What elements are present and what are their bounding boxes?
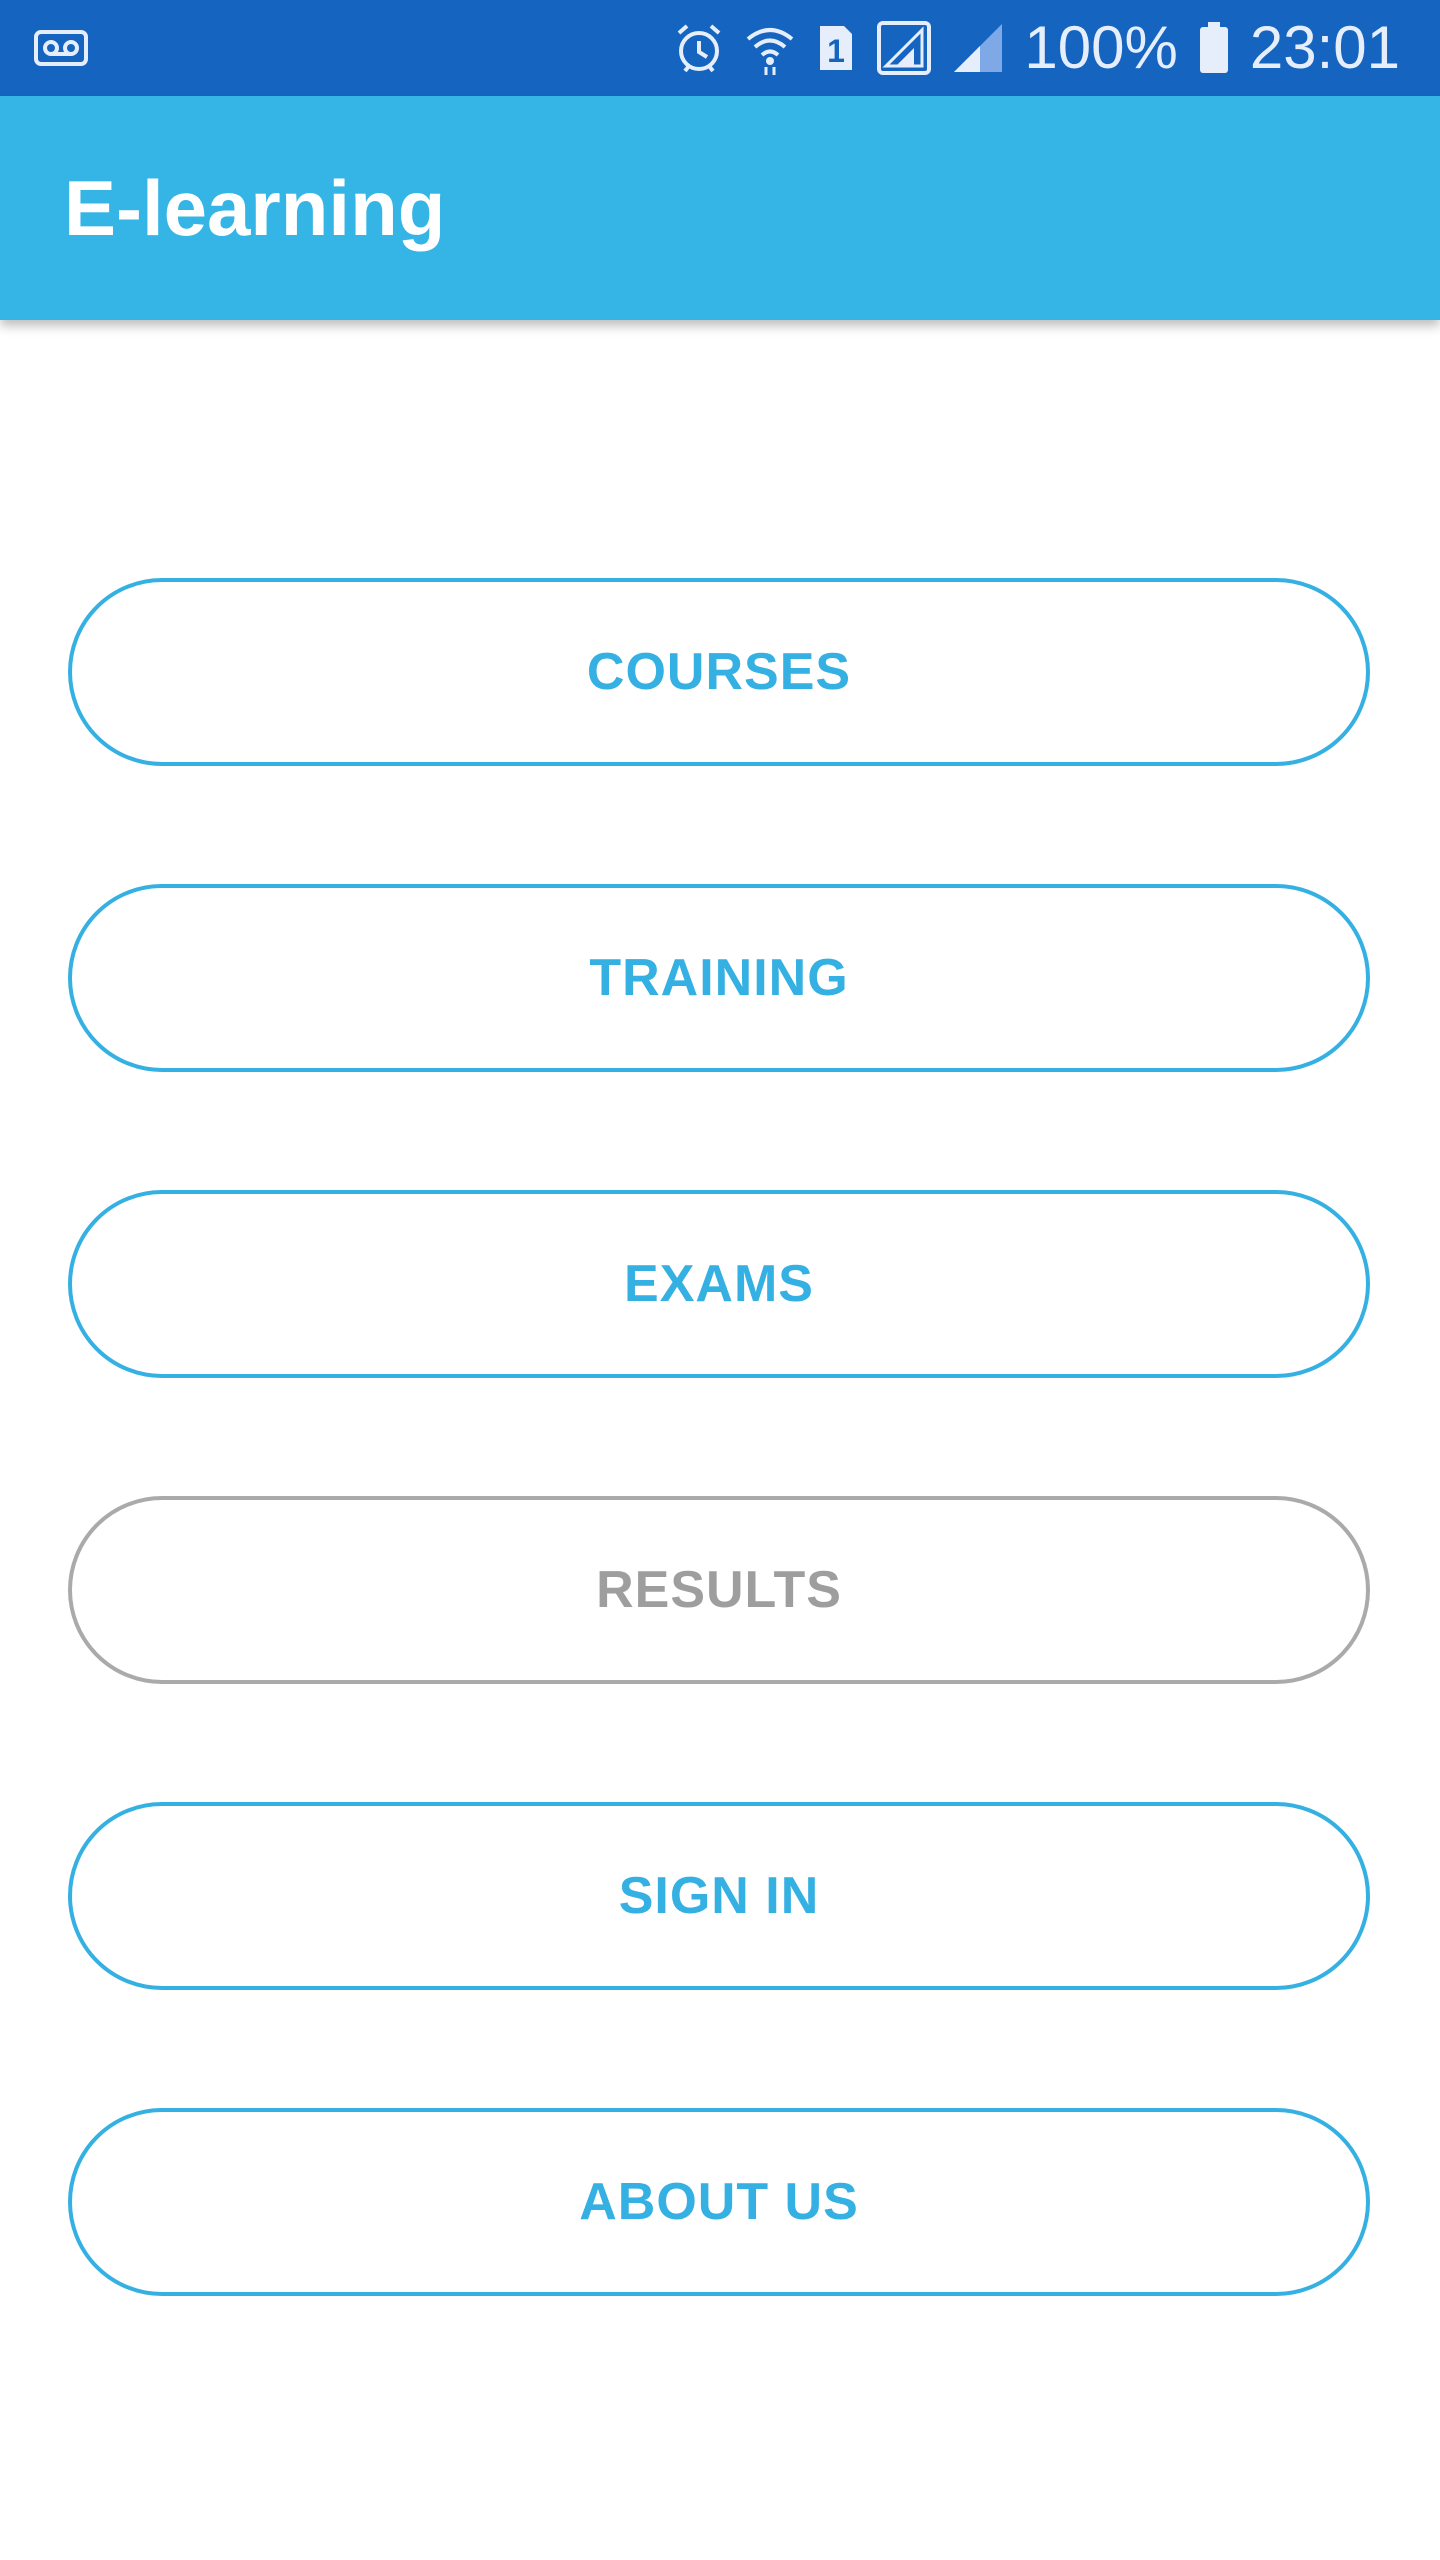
alarm-icon — [678, 24, 721, 73]
signal-icon — [954, 24, 1003, 72]
battery-percent: 100% — [1024, 14, 1178, 81]
about-us-button[interactable]: ABOUT US — [68, 2108, 1370, 2296]
training-button[interactable]: TRAINING — [68, 884, 1370, 1072]
main-menu: COURSES TRAINING EXAMS RESULTS SIGN IN A… — [0, 320, 1440, 2560]
wifi-icon — [747, 28, 794, 75]
results-button[interactable]: RESULTS — [68, 1496, 1370, 1684]
sim-1-icon: 1 — [820, 26, 853, 70]
courses-button[interactable]: COURSES — [68, 578, 1370, 766]
signal-icon — [877, 21, 932, 75]
battery-icon — [1199, 22, 1228, 73]
exams-button[interactable]: EXAMS — [68, 1190, 1370, 1378]
app-title: E-learning — [64, 164, 446, 252]
voicemail-icon — [34, 30, 88, 66]
app-bar: E-learning — [0, 96, 1440, 320]
clock: 23:01 — [1249, 14, 1400, 81]
sign-in-button[interactable]: SIGN IN — [68, 1802, 1370, 1990]
sim-badge: 1 — [827, 33, 845, 69]
status-bar: 1 100% 23:01 — [0, 0, 1440, 96]
